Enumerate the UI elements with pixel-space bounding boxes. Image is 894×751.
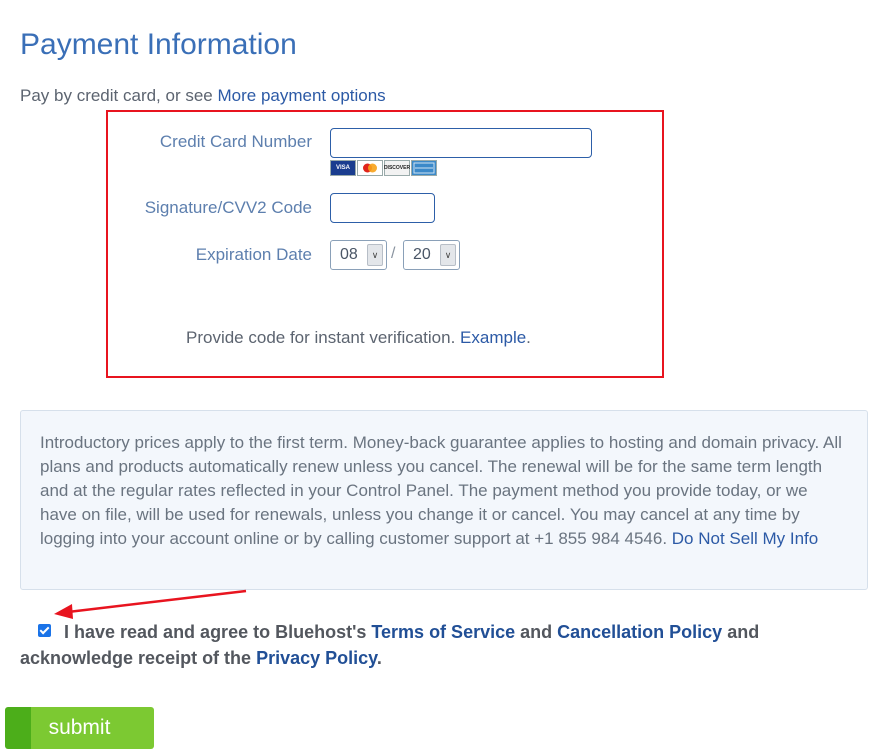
amex-icon <box>411 160 437 176</box>
expiration-year-value: 20 <box>413 246 431 263</box>
expiration-month-select[interactable]: 08 ∨ <box>330 240 387 270</box>
agree-text-4: . <box>376 648 382 668</box>
terms-of-service-link[interactable]: Terms of Service <box>371 622 515 642</box>
payment-subtitle: Pay by credit card, or see More payment … <box>20 86 386 106</box>
agreement-section: I have read and agree to Bluehost's Term… <box>20 619 820 671</box>
visa-icon: VISA <box>330 160 356 176</box>
do-not-sell-link[interactable]: Do Not Sell My Info <box>672 529 818 548</box>
example-link[interactable]: Example <box>460 328 526 347</box>
more-payment-options-link[interactable]: More payment options <box>217 86 385 105</box>
cvv-input[interactable] <box>330 193 435 223</box>
chevron-down-icon: ∨ <box>440 244 456 266</box>
renewal-notice: Introductory prices apply to the first t… <box>20 410 868 590</box>
card-number-label: Credit Card Number <box>159 132 312 151</box>
cvv-label: Signature/CVV2 Code <box>144 198 312 217</box>
agree-text-1: I have read and agree to Bluehost's <box>64 622 372 642</box>
submit-button[interactable]: submit <box>5 707 154 749</box>
chevron-down-icon: ∨ <box>367 244 383 266</box>
page-title: Payment Information <box>20 28 297 61</box>
verification-text: Provide code for instant verification. <box>186 328 461 347</box>
expiration-month-value: 08 <box>340 246 358 263</box>
cancellation-policy-link[interactable]: Cancellation Policy <box>557 622 722 642</box>
credit-card-section: Credit Card Number VISA DISCOVER Signatu… <box>106 110 664 378</box>
verification-hint: Provide code for instant verification. E… <box>186 328 531 348</box>
subtitle-text: Pay by credit card, or see <box>20 86 218 105</box>
card-number-input[interactable] <box>330 128 592 158</box>
agree-text-2: and <box>515 622 558 642</box>
mastercard-icon <box>357 160 383 176</box>
verification-period: . <box>526 328 531 347</box>
expiration-label: Expiration Date <box>195 245 312 264</box>
privacy-policy-link[interactable]: Privacy Policy <box>256 648 377 668</box>
expiration-separator: / <box>391 245 396 262</box>
discover-icon: DISCOVER <box>384 160 410 176</box>
expiration-year-select[interactable]: 20 ∨ <box>403 240 460 270</box>
agree-checkbox[interactable] <box>38 624 51 637</box>
card-brand-logos: VISA DISCOVER <box>330 160 437 176</box>
